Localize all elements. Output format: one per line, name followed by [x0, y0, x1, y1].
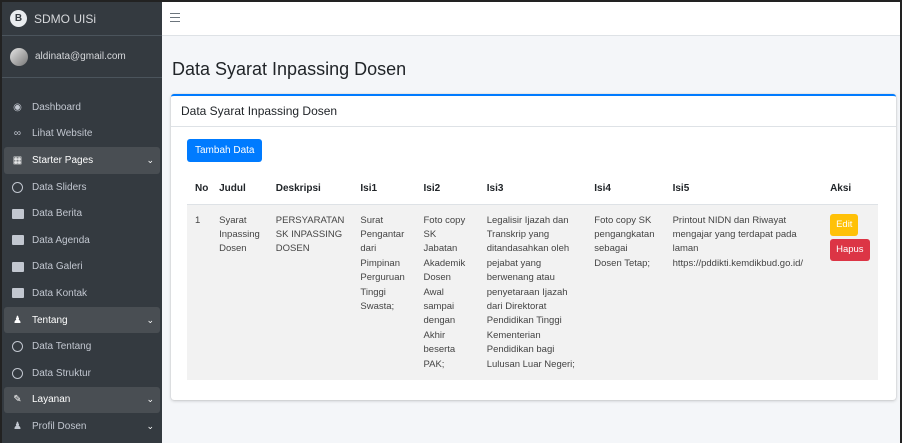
circle-icon — [11, 367, 24, 380]
sidebar-item-label: Layanan — [32, 394, 71, 406]
sidebar-item-label: Data Kontak — [32, 287, 88, 299]
cell-aksi: Edit Hapus — [822, 203, 878, 380]
sidebar-item-data-kontak[interactable]: Data Kontak — [4, 280, 160, 307]
sidebar-item-label: Data Berita — [32, 208, 83, 220]
sidebar-item-dashboard[interactable]: ◉ Dashboard — [4, 94, 160, 121]
image-icon — [11, 207, 24, 220]
table-header-row: No Judul Deskripsi Isi1 Isi2 Isi3 Isi4 I… — [187, 173, 878, 205]
brand-logo-icon: B — [10, 10, 27, 27]
user-panel[interactable]: aldinata@gmail.com — [2, 36, 162, 78]
chevron-down-icon: ⌄ — [146, 154, 154, 165]
sidebar-item-label: Profil Dosen — [32, 420, 87, 432]
col-isi5-header: Isi5 — [664, 173, 823, 205]
sidebar-item-starter-pages[interactable]: ▦ Starter Pages ⌄ — [4, 147, 160, 174]
chevron-down-icon: ⌄ — [146, 420, 154, 431]
cell-deskripsi: PERSYARATAN SK INPASSING DOSEN — [267, 203, 353, 380]
cell-isi2: Foto copy SK Jabatan Akademik Dosen Awal… — [415, 203, 479, 380]
circle-icon — [11, 340, 24, 353]
data-table: No Judul Deskripsi Isi1 Isi2 Isi3 Isi4 I… — [187, 173, 878, 380]
col-deskripsi-header: Deskripsi — [267, 173, 353, 205]
sidebar-item-label: Lihat Website — [32, 128, 93, 140]
col-isi2-header: Isi2 — [415, 173, 479, 205]
cell-judul: Syarat Inpassing Dosen — [211, 203, 268, 380]
delete-button[interactable]: Hapus — [830, 238, 870, 262]
sidebar-item-label: Data Struktur — [32, 367, 91, 379]
contact-icon — [11, 287, 24, 300]
cell-isi3: Legalisir Ijazah dan Transkrip yang dita… — [478, 203, 587, 380]
sidebar-item-label: Data Galeri — [32, 261, 83, 273]
sidebar-item-label: Dashboard — [32, 101, 81, 113]
gallery-icon — [11, 260, 24, 273]
sidebar-item-label: Data Tentang — [32, 341, 92, 353]
col-isi4-header: Isi4 — [586, 173, 665, 205]
col-judul-header: Judul — [211, 173, 268, 205]
cell-no: 1 — [187, 203, 212, 380]
sidebar-item-label: Data Agenda — [32, 234, 90, 246]
sidebar-nav: ◉ Dashboard ∞ Lihat Website ▦ Starter Pages… — [2, 78, 162, 440]
grid-icon: ▦ — [12, 154, 23, 166]
cell-isi4: Foto copy SK pengangkatan sebagai Dosen … — [586, 203, 665, 380]
sidebar-item-data-sliders[interactable]: Data Sliders — [4, 174, 160, 201]
sidebar-item-data-tentang[interactable]: Data Tentang — [4, 333, 160, 360]
sidebar-item-data-struktur[interactable]: Data Struktur — [4, 360, 160, 387]
col-isi3-header: Isi3 — [478, 173, 587, 205]
sidebar-item-layanan[interactable]: ✎ Layanan ⌄ — [4, 386, 160, 414]
circle-icon — [11, 181, 24, 194]
brand-title: SDMO UISi — [34, 11, 97, 26]
col-isi1-header: Isi1 — [352, 173, 416, 205]
add-data-button[interactable]: Tambah Data — [187, 139, 263, 162]
chevron-down-icon: ⌄ — [146, 314, 154, 325]
sidebar-item-lihat-website[interactable]: ∞ Lihat Website — [4, 121, 160, 148]
dashboard-icon: ◉ — [13, 101, 22, 113]
page-title: Data Syarat Inpassing Dosen — [172, 59, 407, 79]
sidebar-item-profil-dosen[interactable]: ♟ Profil Dosen ⌄ — [4, 413, 160, 440]
edit-icon: ✎ — [13, 394, 22, 406]
table-row: 1 Syarat Inpassing Dosen PERSYARATAN SK … — [187, 203, 878, 380]
menu-toggle-icon[interactable] — [170, 13, 180, 22]
col-aksi-header: Aksi — [822, 173, 878, 205]
brand[interactable]: B SDMO UISi — [2, 2, 162, 36]
sidebar-item-data-galeri[interactable]: Data Galeri — [4, 254, 160, 281]
user-email: aldinata@gmail.com — [35, 51, 126, 62]
sidebar-item-data-berita[interactable]: Data Berita — [4, 200, 160, 227]
card-title: Data Syarat Inpassing Dosen — [171, 96, 896, 127]
sidebar-item-label: Data Sliders — [32, 181, 87, 193]
top-navbar — [162, 2, 900, 36]
calendar-icon — [11, 234, 24, 247]
col-no-header: No — [187, 173, 212, 205]
edit-button[interactable]: Edit — [830, 213, 859, 236]
user-icon: ♟ — [13, 420, 22, 432]
sidebar: B SDMO UISi aldinata@gmail.com ◉ Dashboar… — [2, 2, 162, 443]
sidebar-item-label: Tentang — [32, 314, 68, 326]
user-icon: ♟ — [13, 314, 22, 326]
avatar — [10, 47, 28, 66]
cell-isi5: Printout NIDN dan Riwayat mengajar yang … — [664, 203, 823, 380]
sidebar-item-data-agenda[interactable]: Data Agenda — [4, 227, 160, 254]
cell-isi1: Surat Pengantar dari Pimpinan Perguruan … — [352, 203, 416, 380]
chevron-down-icon: ⌄ — [146, 394, 154, 405]
link-icon: ∞ — [13, 128, 22, 140]
data-card: Data Syarat Inpassing Dosen Tambah Data … — [171, 94, 896, 400]
sidebar-item-label: Starter Pages — [32, 154, 94, 166]
sidebar-item-tentang[interactable]: ♟ Tentang ⌄ — [4, 306, 160, 334]
